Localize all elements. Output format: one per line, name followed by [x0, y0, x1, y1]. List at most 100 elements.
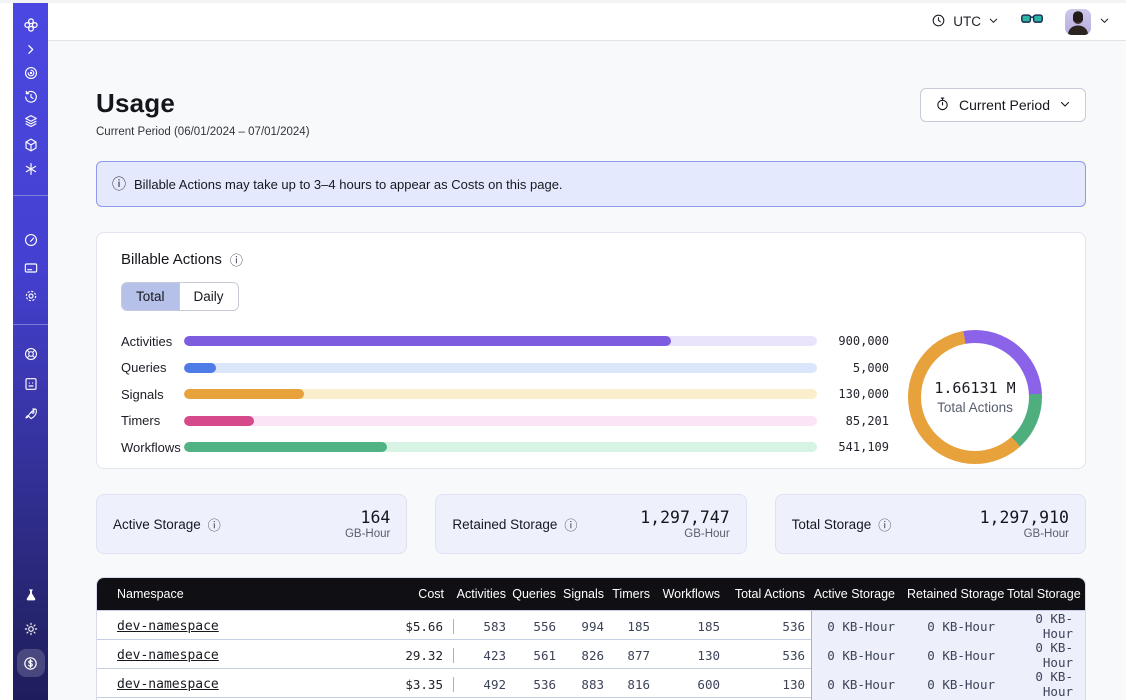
glasses-button[interactable] — [1021, 11, 1043, 32]
layers-icon[interactable] — [13, 109, 48, 133]
cell-signals: 883 — [562, 677, 610, 692]
cell-total-storage: 0 KB-Hour — [1007, 669, 1085, 699]
active-storage-card: Active Storage ⓘ 164 GB-Hour — [96, 494, 407, 554]
asterisk-icon[interactable] — [13, 157, 48, 181]
cell-timers: 816 — [610, 677, 656, 692]
period-chevron-down-icon — [1059, 97, 1071, 113]
namespaces-swirl-icon[interactable] — [13, 61, 48, 85]
cell-queries: 556 — [512, 619, 562, 634]
cell-activities: 583 — [454, 619, 512, 634]
namespace-link[interactable]: dev-namespace — [117, 677, 219, 692]
settings-gear-icon[interactable] — [13, 282, 48, 310]
history-clock-icon[interactable] — [13, 85, 48, 109]
cell-active-storage: 0 KB-Hour — [811, 611, 907, 641]
billing-credit-card-icon[interactable] — [13, 254, 48, 282]
donut-center: 1.66131 M Total Actions — [921, 343, 1029, 451]
cell-cost: $5.66 — [312, 619, 454, 634]
tab-daily[interactable]: Daily — [180, 283, 238, 310]
tab-total[interactable]: Total — [122, 283, 180, 310]
info-banner-text: Billable Actions may take up to 3–4 hour… — [134, 177, 563, 192]
rocket-icon[interactable] — [13, 399, 48, 429]
active-storage-info-icon[interactable]: ⓘ — [208, 515, 221, 534]
billable-view-toggle: Total Daily — [121, 282, 239, 311]
billable-actions-title: Billable Actions — [121, 251, 222, 268]
storage-summary-row: Active Storage ⓘ 164 GB-Hour Retained St… — [96, 494, 1086, 554]
bar-label: Signals — [121, 387, 184, 402]
cell-retained-storage: 0 KB-Hour — [907, 611, 1007, 641]
total-storage-info-icon[interactable]: ⓘ — [878, 515, 891, 534]
bar-value: 5,000 — [817, 361, 889, 375]
cell-total-actions: 536 — [726, 648, 811, 663]
billable-actions-chart: Activities 900,000 Queries 5,000 Signals… — [121, 328, 1061, 464]
bar-row-timers: Timers 85,201 — [121, 408, 889, 435]
cell-retained-storage: 0 KB-Hour — [907, 640, 1007, 670]
total-storage-unit: GB-Hour — [980, 528, 1069, 540]
feedback-doc-icon[interactable] — [13, 369, 48, 399]
active-storage-label: Active Storage — [113, 517, 201, 532]
namespace-usage-table: Namespace Cost Activities Queries Signal… — [96, 577, 1086, 700]
bar-label: Workflows — [121, 440, 184, 455]
active-storage-value: 164 — [345, 508, 390, 527]
retained-storage-info-icon[interactable]: ⓘ — [564, 515, 577, 534]
total-actions-label: Total Actions — [937, 400, 1013, 415]
page-header: Usage Current Period (06/01/2024 – 07/01… — [96, 88, 1086, 138]
total-actions-donut: 1.66131 M Total Actions — [908, 330, 1042, 464]
temporal-logo-icon[interactable] — [13, 13, 48, 37]
retained-storage-card: Retained Storage ⓘ 1,297,747 GB-Hour — [435, 494, 746, 554]
cell-activities: 492 — [454, 677, 512, 692]
cell-retained-storage: 0 KB-Hour — [907, 669, 1007, 699]
cell-total-storage: 0 KB-Hour — [1007, 640, 1085, 670]
namespace-link[interactable]: dev-namespace — [117, 648, 219, 663]
timezone-picker[interactable]: UTC — [931, 13, 999, 31]
bar-value: 541,109 — [817, 440, 889, 454]
col-header-total-storage: Total Storage — [1007, 587, 1085, 601]
cell-signals: 826 — [562, 648, 610, 663]
labs-flask-icon[interactable] — [13, 578, 48, 612]
clock-icon — [931, 13, 946, 31]
bar-track — [184, 442, 817, 452]
cell-workflows: 130 — [656, 648, 726, 663]
cube-icon[interactable] — [13, 133, 48, 157]
bar-value: 85,201 — [817, 414, 889, 428]
usage-dollar-coin-item[interactable] — [13, 646, 48, 680]
bar-chart: Activities 900,000 Queries 5,000 Signals… — [121, 328, 889, 461]
billable-info-icon[interactable]: ⓘ — [230, 250, 243, 269]
col-header-cost: Cost — [312, 587, 454, 601]
billable-actions-card: Billable Actions ⓘ Total Daily Activitie… — [96, 232, 1086, 469]
bar-row-queries: Queries 5,000 — [121, 355, 889, 382]
bar-fill — [184, 389, 304, 399]
stopwatch-icon — [935, 96, 950, 115]
cell-active-storage: 0 KB-Hour — [811, 669, 907, 699]
bar-label: Timers — [121, 413, 184, 428]
namespace-link[interactable]: dev-namespace — [117, 619, 219, 634]
bar-track — [184, 389, 817, 399]
info-banner: ⓘ Billable Actions may take up to 3–4 ho… — [96, 161, 1086, 207]
bar-fill — [184, 416, 254, 426]
bar-track — [184, 363, 817, 373]
page-subtitle: Current Period (06/01/2024 – 07/01/2024) — [96, 126, 310, 138]
retained-storage-label: Retained Storage — [452, 517, 557, 532]
bar-fill — [184, 442, 387, 452]
period-selector-label: Current Period — [959, 97, 1050, 113]
bar-label: Activities — [121, 334, 184, 349]
col-header-activities: Activities — [454, 587, 512, 601]
usage-gauge-icon[interactable] — [13, 226, 48, 254]
cell-cost: $3.35 — [312, 677, 454, 692]
period-selector-button[interactable]: Current Period — [920, 88, 1086, 122]
timezone-label: UTC — [953, 14, 981, 29]
page-title: Usage — [96, 88, 310, 119]
support-lifebuoy-icon[interactable] — [13, 339, 48, 369]
cell-timers: 185 — [610, 619, 656, 634]
sidebar-nav — [13, 3, 48, 700]
user-avatar[interactable] — [1065, 9, 1091, 35]
account-menu[interactable] — [1065, 9, 1110, 35]
theme-sun-icon[interactable] — [13, 612, 48, 646]
col-header-active-storage: Active Storage — [811, 587, 907, 601]
expand-sidebar-chevron-icon[interactable] — [13, 37, 48, 61]
bar-value: 130,000 — [817, 387, 889, 401]
account-chevron-down-icon — [1099, 13, 1110, 31]
dollar-coin-icon[interactable] — [17, 649, 45, 677]
bar-row-activities: Activities 900,000 — [121, 328, 889, 355]
bar-track — [184, 336, 817, 346]
cell-workflows: 185 — [656, 619, 726, 634]
